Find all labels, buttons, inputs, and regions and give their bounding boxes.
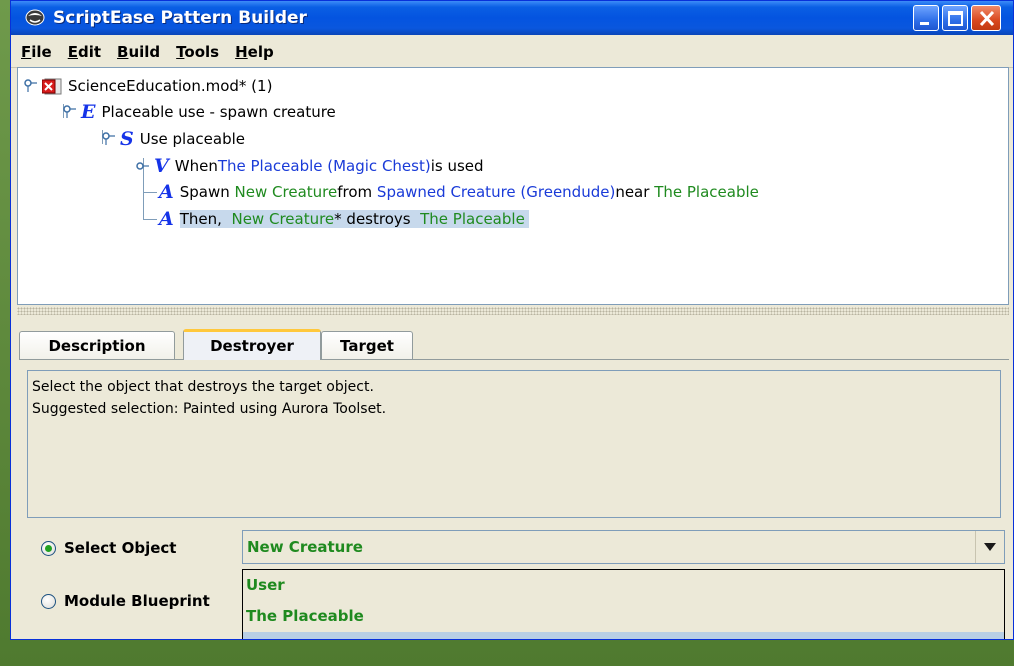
- dropdown-option-new-creature[interactable]: New Creature: [243, 632, 1004, 639]
- action1-parameter-new-creature[interactable]: New Creature: [235, 183, 338, 201]
- menu-build[interactable]: Build: [117, 43, 160, 61]
- main-window: ScriptEase Pattern Builder File Edit Bui…: [10, 0, 1014, 640]
- action1-parameter-placeable[interactable]: The Placeable: [654, 183, 759, 201]
- description-line-1: Select the object that destroys the targ…: [32, 379, 374, 395]
- action1-parameter-spawned-creature[interactable]: Spawned Creature (Greendude): [377, 183, 615, 201]
- object-dropdown-list[interactable]: User The Placeable New Creature: [242, 569, 1005, 639]
- action-type-icon: A: [159, 181, 174, 203]
- action2-mid1: * destroys: [334, 210, 416, 228]
- action1-mid2: near: [615, 183, 650, 201]
- module-blueprint-label: Module Blueprint: [64, 592, 210, 610]
- action2-prefix: Then,: [179, 210, 227, 228]
- close-button[interactable]: [971, 5, 1001, 31]
- combobox-value: New Creature: [247, 538, 363, 556]
- situation-label: Use placeable: [139, 130, 245, 148]
- tree-collapsed-handle-icon[interactable]: [136, 159, 150, 173]
- menu-tools[interactable]: Tools: [176, 43, 219, 61]
- select-object-radio[interactable]: [41, 540, 56, 556]
- tab-divider-line: [19, 359, 1009, 360]
- pattern-tree[interactable]: ScienceEducation.mod* (1) E Placeable us…: [17, 67, 1009, 305]
- minimize-button[interactable]: [913, 5, 939, 31]
- tree-node-action-destroy[interactable]: A Then, New Creature* destroys The Place…: [159, 207, 529, 231]
- tree-expanded-handle-icon[interactable]: [63, 105, 77, 119]
- action-type-icon: A: [159, 208, 174, 230]
- tab-strip: Description Destroyer Target: [19, 329, 1009, 360]
- maximize-button[interactable]: [942, 5, 968, 31]
- maximize-icon: [948, 11, 963, 26]
- menu-file[interactable]: File: [21, 43, 52, 61]
- module-error-icon: [42, 78, 62, 95]
- tree-node-situation[interactable]: S Use placeable: [102, 127, 245, 151]
- module-blueprint-radio[interactable]: [41, 593, 56, 609]
- object-select-combobox[interactable]: New Creature: [242, 530, 1005, 564]
- tree-node-event[interactable]: V When The Placeable (Magic Chest) is us…: [136, 154, 484, 178]
- event-type-icon: V: [154, 155, 169, 177]
- tree-node-module[interactable]: ScienceEducation.mod* (1): [24, 74, 272, 98]
- encounter-type-icon: E: [81, 101, 96, 123]
- tree-expanded-handle-icon[interactable]: [102, 132, 116, 146]
- event-text-suffix: is used: [430, 157, 484, 175]
- action2-parameter-placeable[interactable]: The Placeable: [420, 210, 525, 228]
- dropdown-option-the-placeable[interactable]: The Placeable: [243, 601, 1004, 632]
- minimize-icon: [920, 22, 929, 25]
- chevron-down-icon: [984, 543, 996, 551]
- title-bar[interactable]: ScriptEase Pattern Builder: [11, 1, 1013, 35]
- description-text-area[interactable]: Select the object that destroys the targ…: [27, 370, 1001, 518]
- dropdown-option-user[interactable]: User: [243, 570, 1004, 601]
- tree-expanded-handle-icon[interactable]: [24, 79, 38, 93]
- encounter-label: Placeable use - spawn creature: [101, 103, 336, 121]
- tree-node-encounter[interactable]: E Placeable use - spawn creature: [63, 100, 336, 124]
- tab-target[interactable]: Target: [321, 331, 413, 359]
- event-text-prefix: When: [174, 157, 218, 175]
- module-blueprint-radio-option[interactable]: Module Blueprint: [41, 592, 210, 610]
- module-label: ScienceEducation.mod* (1): [68, 77, 273, 95]
- tree-node-action-spawn[interactable]: A Spawn New Creature from Spawned Creatu…: [159, 180, 759, 204]
- event-parameter-placeable[interactable]: The Placeable (Magic Chest): [218, 157, 431, 175]
- close-icon: [979, 10, 995, 27]
- action2-parameter-new-creature[interactable]: New Creature: [231, 210, 334, 228]
- scriptease-app-icon: [25, 9, 45, 26]
- select-object-radio-option[interactable]: Select Object: [41, 539, 176, 557]
- select-object-label: Select Object: [64, 539, 177, 557]
- menu-help[interactable]: Help: [235, 43, 274, 61]
- tab-destroyer[interactable]: Destroyer: [183, 329, 321, 360]
- menu-edit[interactable]: Edit: [68, 43, 101, 61]
- combobox-arrow-button[interactable]: [975, 531, 1004, 563]
- window-title: ScriptEase Pattern Builder: [53, 8, 307, 28]
- split-pane-divider[interactable]: [17, 307, 1009, 315]
- tab-description[interactable]: Description: [19, 331, 175, 359]
- situation-type-icon: S: [120, 128, 134, 150]
- description-line-2: Suggested selection: Painted using Auror…: [32, 401, 387, 417]
- action1-mid1: from: [337, 183, 373, 201]
- action1-prefix: Spawn: [179, 183, 230, 201]
